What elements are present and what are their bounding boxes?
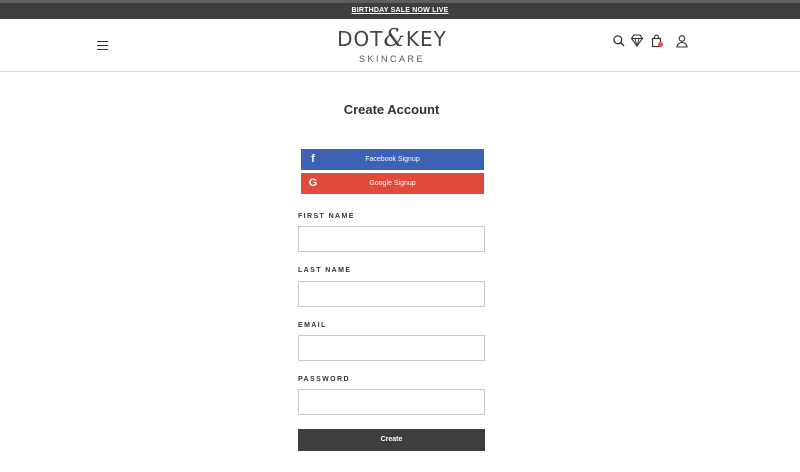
first-name-field[interactable] [298, 226, 485, 252]
facebook-icon: f [311, 153, 315, 165]
shopping-bag-icon[interactable] [650, 34, 664, 48]
google-icon: G [308, 177, 318, 189]
facebook-signup-button[interactable]: f Facebook Signup [301, 149, 484, 170]
google-signup-button[interactable]: G Google Signup [301, 173, 484, 194]
create-account-button[interactable]: Create [298, 429, 485, 451]
user-icon[interactable] [675, 34, 689, 48]
password-label: PASSWORD [298, 376, 350, 383]
last-name-field[interactable] [298, 281, 485, 307]
last-name-label: LAST NAME [298, 267, 352, 274]
facebook-signup-label: Facebook Signup [365, 156, 420, 163]
logo-subtitle: SKINCARE [358, 54, 425, 64]
cart-badge [658, 42, 663, 47]
menu-icon[interactable] [97, 41, 108, 50]
search-icon[interactable] [612, 34, 626, 48]
google-signup-label: Google Signup [369, 180, 416, 187]
email-label: EMAIL [298, 322, 327, 329]
logo[interactable]: DOT&KEY SKINCARE [330, 25, 454, 69]
diamond-icon[interactable] [630, 33, 644, 47]
password-field[interactable] [298, 389, 485, 415]
email-field[interactable] [298, 335, 485, 361]
site-header: DOT&KEY SKINCARE [0, 19, 800, 72]
logo-wordmark: DOT&KEY [337, 24, 447, 52]
announcement-bar[interactable]: BIRTHDAY SALE NOW LIVE [0, 3, 800, 19]
first-name-label: FIRST NAME [298, 213, 355, 220]
announcement-text[interactable]: BIRTHDAY SALE NOW LIVE [352, 7, 449, 14]
page-title: Create Account [343, 102, 440, 117]
